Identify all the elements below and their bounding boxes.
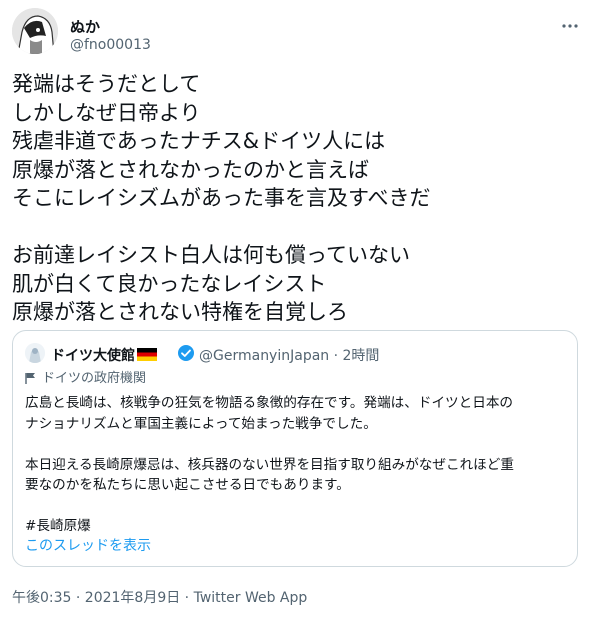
- more-options-icon[interactable]: [558, 14, 582, 38]
- quoted-text-line: ナショナリズムと軍国主義によって始まった戦争でした。: [25, 415, 377, 432]
- show-thread-link[interactable]: このスレッドを表示: [25, 535, 151, 555]
- tweet-timestamp-source[interactable]: 午後0:35 · 2021年8月9日 · Twitter Web App: [12, 587, 307, 607]
- government-label: ドイツの政府機関: [25, 367, 146, 388]
- quoted-tweet-text: 広島と長崎は、核戦争の狂気を物語る象徴的存在です。発端は、ドイツと日本の ナショ…: [25, 393, 570, 537]
- quoted-text-line: 本日迎える長崎原爆忌は、核兵器のない世界を目指す取り組みがなぜこれほど重: [25, 456, 514, 473]
- tweet-text-line: [12, 213, 582, 242]
- quoted-text-line: [25, 496, 570, 517]
- tweet-header: ぬか @fno00013: [12, 6, 588, 58]
- government-label-text: ドイツの政府機関: [42, 371, 147, 386]
- tweet-text-line: お前達レイシスト白人は何も償っていない: [12, 243, 410, 267]
- author-avatar[interactable]: [12, 8, 58, 54]
- quoted-author-name: ドイツ大使館: [51, 345, 157, 365]
- quoted-author-name-text: ドイツ大使館: [51, 348, 135, 364]
- tweet-text: 発端はそうだとして しかしなぜ日帝より 残虐非道であったナチス&ドイツ人には 原…: [12, 70, 582, 327]
- quoted-text-line: 要なのかを私たちに思い起こさせる日でもあります。: [25, 477, 350, 493]
- tweet-text-line: 原爆が落とされない特権を自覚しろ: [12, 300, 348, 324]
- german-flag-icon: [137, 348, 157, 361]
- tweet-text-line: そこにレイシズムがあった事を言及すべきだ: [12, 186, 431, 210]
- author-handle[interactable]: @fno00013: [70, 37, 151, 53]
- quoted-tweet[interactable]: ドイツ大使館 @GermanyinJapan · 2時間 ドイツの政府機関 広島…: [12, 330, 578, 567]
- tweet-text-line: 原爆が落とされなかったのかと言えば: [12, 157, 369, 182]
- tweet-text-line: しかしなぜ日帝より: [12, 100, 201, 125]
- quoted-author-handle: @GermanyinJapan · 2時間: [199, 348, 380, 364]
- tweet-text-line: 残虐非道であったナチス&ドイツ人には: [12, 129, 386, 153]
- flag-icon: [25, 372, 36, 388]
- quoted-text-line: 広島と長崎は、核戦争の狂気を物語る象徴的存在です。発端は、ドイツと日本の: [25, 395, 514, 411]
- quoted-text-line: [25, 434, 570, 455]
- tweet-text-line: 肌が白くて良かったなレイシスト: [12, 271, 327, 296]
- quoted-author-avatar: [25, 343, 45, 363]
- verified-badge-icon: [177, 344, 195, 362]
- tweet-text-line: 発端はそうだとして: [12, 72, 201, 96]
- quoted-text-hashtag[interactable]: #長崎原爆: [25, 516, 570, 537]
- author-name[interactable]: ぬか: [70, 16, 100, 37]
- quoted-tweet-header: ドイツ大使館 @GermanyinJapan · 2時間: [25, 343, 565, 365]
